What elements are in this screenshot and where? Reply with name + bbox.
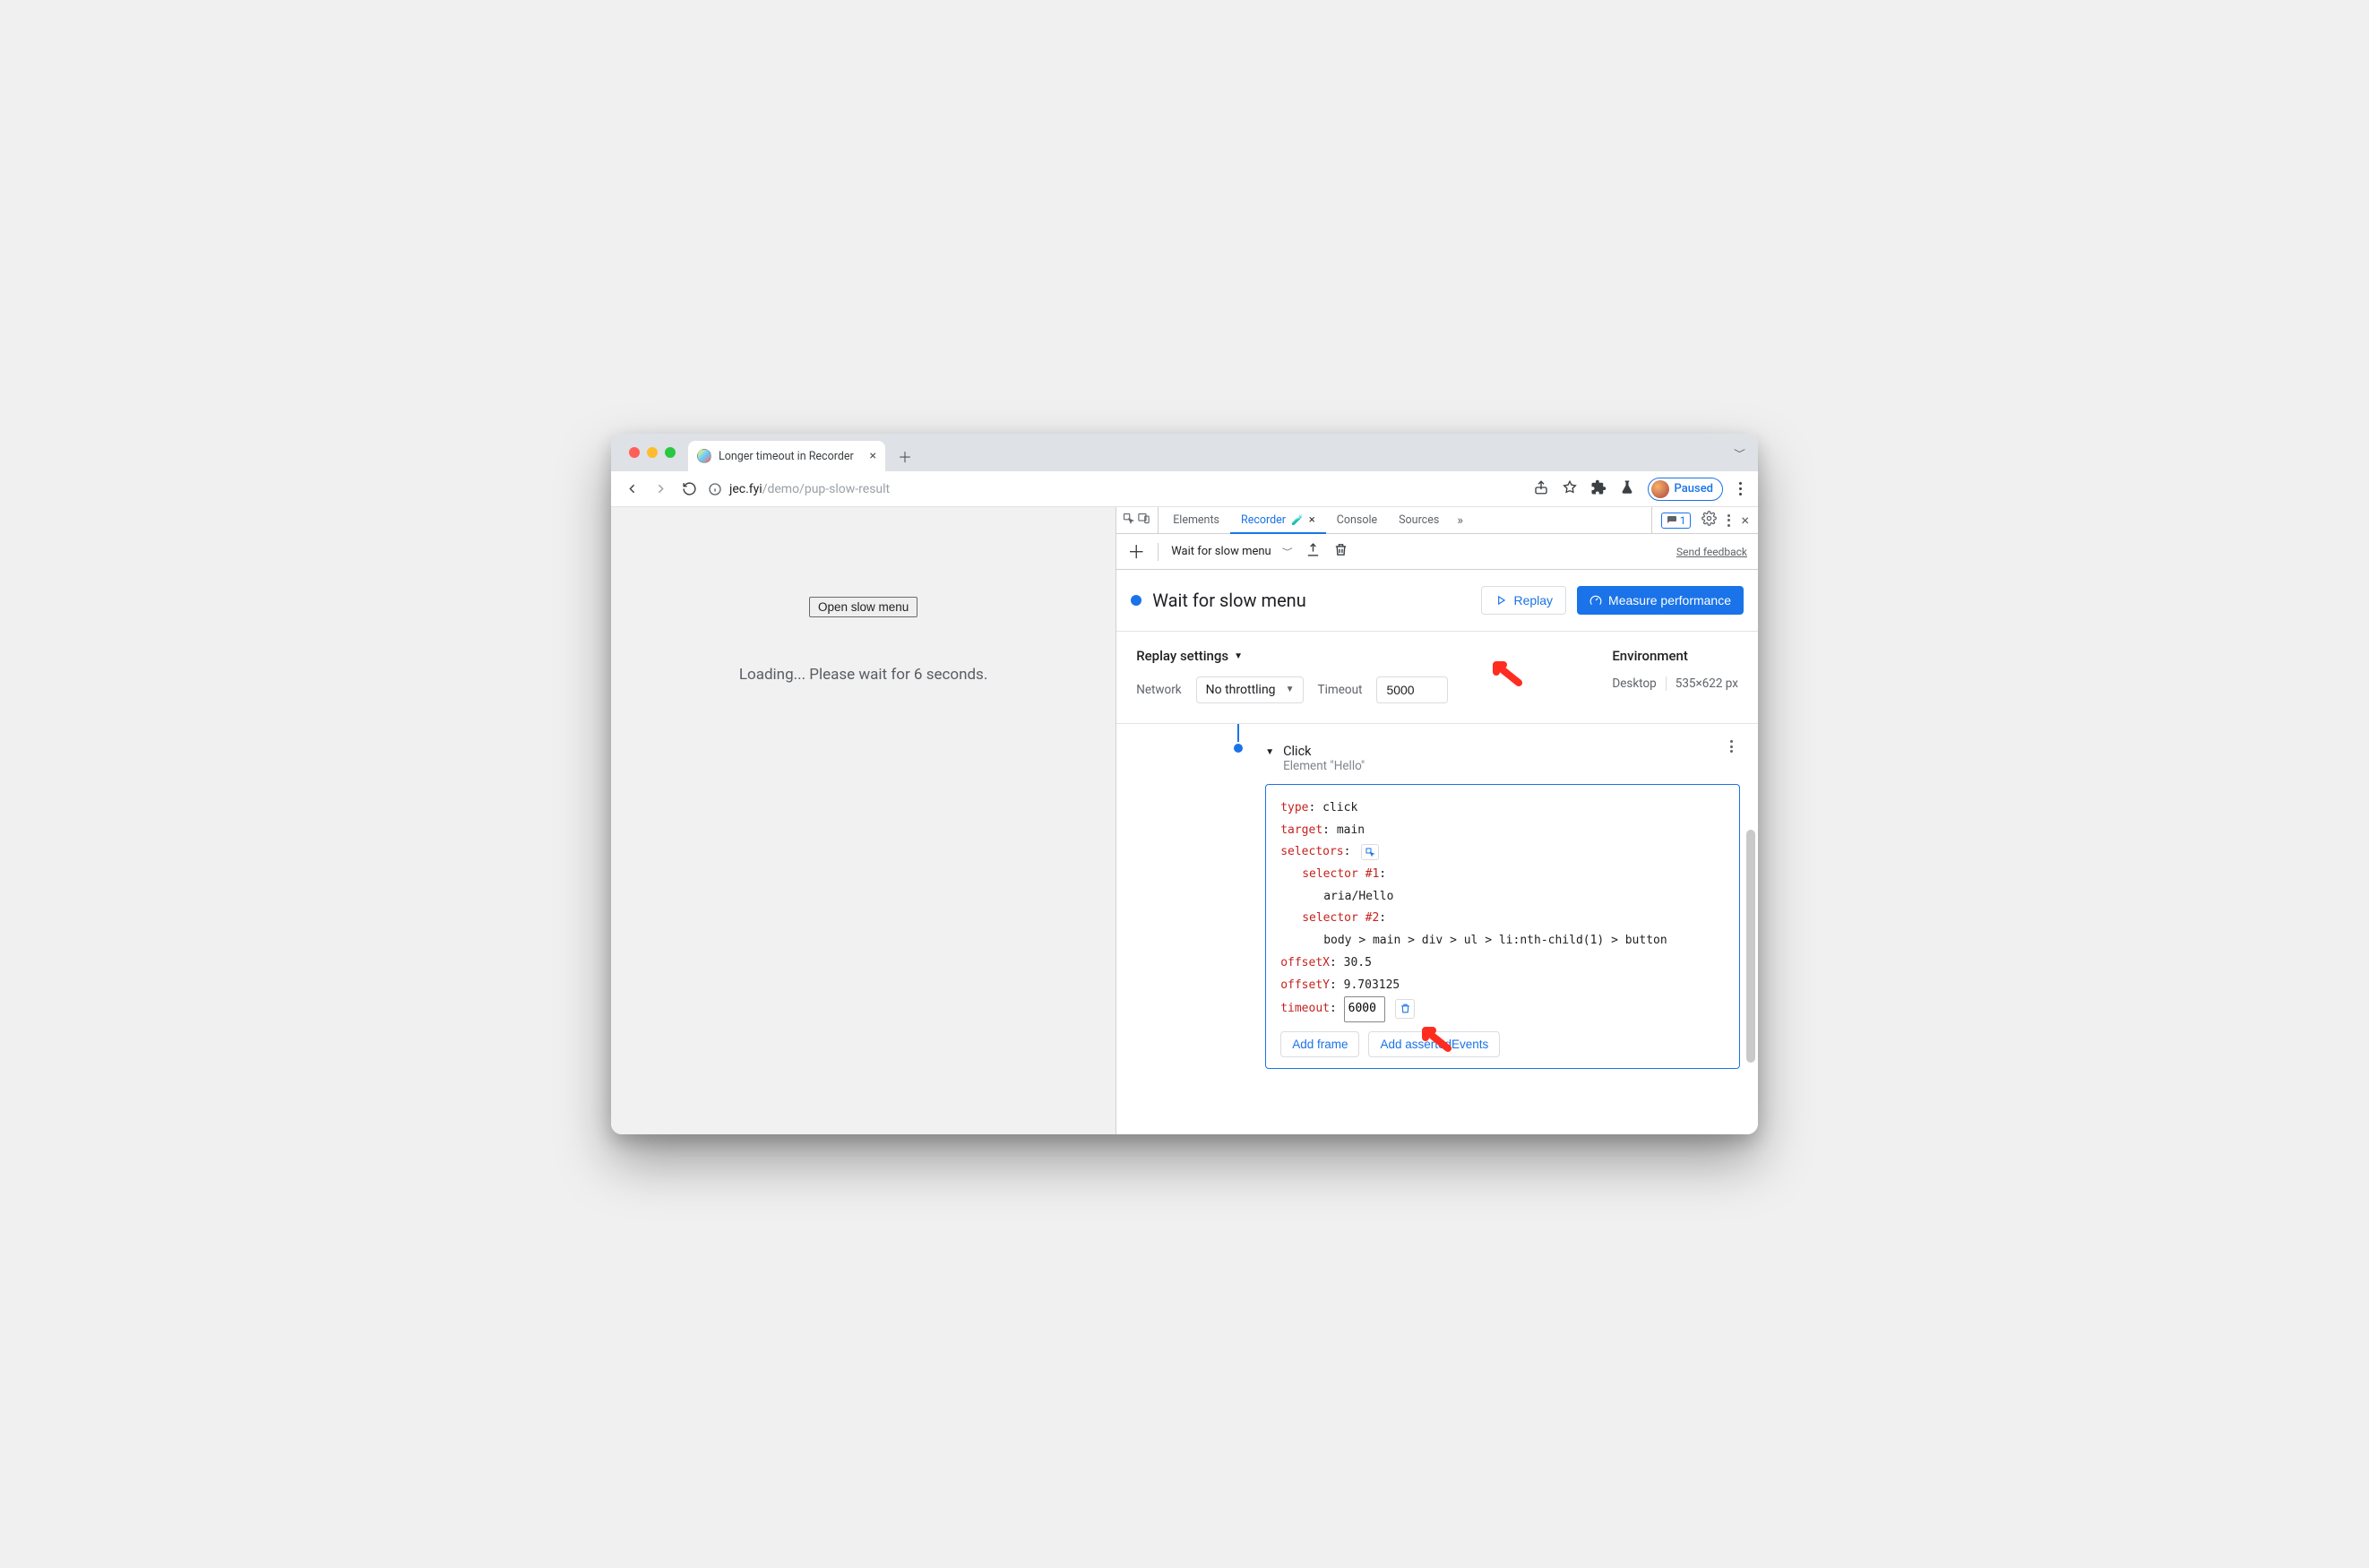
tab-list-dropdown-icon[interactable]: ﹀ <box>1734 446 1745 460</box>
url-text: jec.fyi/demo/pup-slow-result <box>729 482 890 496</box>
replay-label: Replay <box>1513 593 1553 607</box>
measure-performance-button[interactable]: Measure performance <box>1577 586 1744 615</box>
global-timeout-input[interactable] <box>1376 676 1448 703</box>
tab-strip: Longer timeout in Recorder × ＋ ﹀ <box>611 434 1758 471</box>
open-slow-menu-button[interactable]: Open slow menu <box>809 597 917 617</box>
status-dot-icon <box>1131 595 1141 606</box>
devtools-tab-bar: Elements Recorder 🧪 × Console Sources » … <box>1116 507 1758 534</box>
close-window-icon[interactable] <box>629 447 640 458</box>
bookmark-star-icon[interactable] <box>1562 479 1578 499</box>
experiments-flask-icon[interactable] <box>1619 479 1635 499</box>
chevron-down-icon: ﹀ <box>1282 547 1293 557</box>
share-icon[interactable] <box>1533 479 1549 499</box>
site-info-icon[interactable] <box>708 482 722 496</box>
delete-timeout-icon[interactable] <box>1395 999 1415 1019</box>
send-feedback-link[interactable]: Send feedback <box>1676 546 1747 558</box>
new-tab-button[interactable]: ＋ <box>892 444 917 469</box>
profile-paused-chip[interactable]: Paused <box>1648 478 1723 501</box>
recording-header: Wait for slow menu Replay Measure perfor… <box>1116 570 1758 632</box>
replay-settings-title[interactable]: Replay settings▼ <box>1136 648 1448 664</box>
devtools-menu-icon[interactable] <box>1727 514 1730 527</box>
env-viewport: 535×622 px <box>1666 676 1738 691</box>
measure-label: Measure performance <box>1608 593 1731 607</box>
recording-selector[interactable]: Wait for slow menu ﹀ <box>1171 544 1293 559</box>
content-split: Open slow menu Loading... Please wait fo… <box>611 507 1758 1134</box>
replay-button[interactable]: Replay <box>1481 586 1566 615</box>
step-title: Click <box>1283 744 1365 759</box>
current-recording-name: Wait for slow menu <box>1171 545 1271 558</box>
timeline-line <box>1237 724 1239 742</box>
step-editor: type: click target: main selectors: sele… <box>1265 784 1740 1069</box>
issues-count: 1 <box>1680 514 1686 527</box>
network-label: Network <box>1136 683 1181 697</box>
export-icon[interactable] <box>1305 542 1321 561</box>
chrome-menu-button[interactable] <box>1736 482 1745 495</box>
step-header[interactable]: ▼ Click Element "Hello" <box>1242 735 1740 779</box>
scrollbar[interactable] <box>1744 740 1757 1127</box>
flask-icon: 🧪 <box>1291 514 1304 526</box>
reload-button[interactable] <box>676 476 702 503</box>
back-button[interactable] <box>618 476 645 503</box>
devtools-tab-console[interactable]: Console <box>1326 507 1388 533</box>
zoom-window-icon[interactable] <box>665 447 676 458</box>
extensions-icon[interactable] <box>1590 479 1607 499</box>
steps-list: ▼ Click Element "Hello" type: click targ… <box>1116 724 1758 1087</box>
address-bar[interactable]: jec.fyi/demo/pup-slow-result <box>708 476 1526 503</box>
step-menu-icon[interactable] <box>1730 740 1733 753</box>
recorder-control-bar: ＋ Wait for slow menu ﹀ Send feedback <box>1116 534 1758 570</box>
step-subtitle: Element "Hello" <box>1283 759 1365 773</box>
inspect-tool-icon[interactable] <box>1122 512 1135 529</box>
window-controls <box>618 434 683 471</box>
add-frame-button[interactable]: Add frame <box>1280 1031 1359 1057</box>
env-device: Desktop <box>1612 676 1656 691</box>
page-viewport: Open slow menu Loading... Please wait fo… <box>611 507 1116 1134</box>
devtools-close-icon[interactable]: × <box>1741 512 1749 529</box>
avatar-icon <box>1651 480 1669 498</box>
recorder-tab-label: Recorder <box>1241 513 1286 527</box>
add-asserted-events-button[interactable]: Add assertedEvents <box>1368 1031 1500 1057</box>
timeout-label: Timeout <box>1318 683 1363 697</box>
devtools-left-controls <box>1122 507 1159 533</box>
browser-tab[interactable]: Longer timeout in Recorder × <box>688 441 885 471</box>
close-recorder-tab-icon[interactable]: × <box>1309 513 1315 527</box>
minimize-window-icon[interactable] <box>647 447 658 458</box>
scrollbar-thumb[interactable] <box>1746 830 1755 1063</box>
devtools-tab-recorder[interactable]: Recorder 🧪 × <box>1230 507 1326 534</box>
forward-button[interactable] <box>647 476 674 503</box>
browser-toolbar: jec.fyi/demo/pup-slow-result Paused <box>611 471 1758 507</box>
environment-title: Environment <box>1612 648 1738 664</box>
devtools-tab-elements[interactable]: Elements <box>1162 507 1230 533</box>
paused-label: Paused <box>1675 482 1713 495</box>
chrome-window: Longer timeout in Recorder × ＋ ﹀ jec.fyi… <box>611 434 1758 1134</box>
loading-status-text: Loading... Please wait for 6 seconds. <box>739 666 987 684</box>
step-timeout-input[interactable] <box>1344 996 1385 1022</box>
devtools-settings-icon[interactable] <box>1701 511 1717 530</box>
devtools-tab-sources[interactable]: Sources <box>1388 507 1450 533</box>
replay-settings-section: Replay settings▼ Network No throttling T… <box>1116 632 1758 724</box>
devtools-right-controls: 1 × <box>1651 507 1758 533</box>
throttling-select[interactable]: No throttling <box>1196 676 1304 703</box>
add-recording-button[interactable]: ＋ <box>1127 543 1145 561</box>
more-tabs-icon[interactable]: » <box>1450 507 1470 533</box>
favicon-icon <box>697 449 711 463</box>
expand-step-icon[interactable]: ▼ <box>1265 747 1274 757</box>
delete-recording-icon[interactable] <box>1333 542 1348 561</box>
issues-chip[interactable]: 1 <box>1661 513 1692 529</box>
recording-title: Wait for slow menu <box>1152 590 1306 611</box>
devtools-panel: Elements Recorder 🧪 × Console Sources » … <box>1116 507 1758 1134</box>
device-toolbar-icon[interactable] <box>1137 512 1150 529</box>
pick-selector-icon[interactable] <box>1361 844 1379 860</box>
toolbar-right-icons: Paused <box>1533 478 1751 501</box>
tab-title: Longer timeout in Recorder <box>719 450 854 463</box>
tab-close-icon[interactable]: × <box>870 449 876 463</box>
